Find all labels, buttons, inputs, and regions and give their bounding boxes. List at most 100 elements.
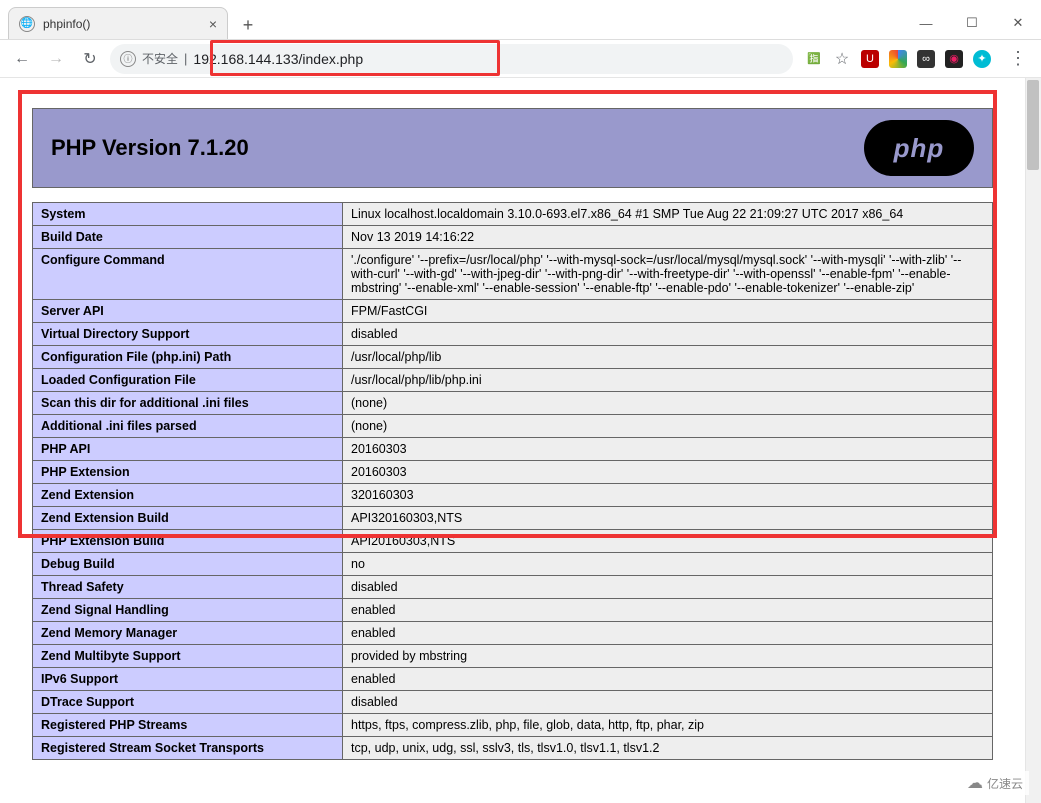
table-row: Virtual Directory Supportdisabled [33,323,993,346]
cloud-icon: ☁ [967,773,983,793]
window-controls: — ☐ ✕ [903,7,1041,39]
table-row: Zend Signal Handlingenabled [33,599,993,622]
table-row: Configuration File (php.ini) Path/usr/lo… [33,346,993,369]
config-value: 320160303 [343,484,993,507]
config-key: Debug Build [33,553,343,576]
reload-button[interactable]: ↻ [76,45,104,73]
table-row: Registered Stream Socket Transportstcp, … [33,737,993,760]
config-value: /usr/local/php/lib [343,346,993,369]
config-key: Zend Signal Handling [33,599,343,622]
config-key: DTrace Support [33,691,343,714]
config-value: API320160303,NTS [343,507,993,530]
config-value: provided by mbstring [343,645,993,668]
config-key: Registered Stream Socket Transports [33,737,343,760]
globe-icon: 🌐 [19,16,35,32]
config-value: enabled [343,668,993,691]
config-key: PHP Extension Build [33,530,343,553]
tab-title: phpinfo() [43,17,201,31]
translate-icon[interactable]: 🈯 [805,50,823,68]
table-row: PHP Extension20160303 [33,461,993,484]
camera-ext-icon[interactable]: ◉ [945,50,963,68]
table-row: Registered PHP Streamshttps, ftps, compr… [33,714,993,737]
table-row: Zend Extension320160303 [33,484,993,507]
config-key: Scan this dir for additional .ini files [33,392,343,415]
table-row: PHP Extension BuildAPI20160303,NTS [33,530,993,553]
browser-tab[interactable]: 🌐 phpinfo() × [8,7,228,39]
site-info-icon[interactable]: ⓘ [120,51,136,67]
config-value: /usr/local/php/lib/php.ini [343,369,993,392]
table-row: SystemLinux localhost.localdomain 3.10.0… [33,203,993,226]
watermark: ☁ 亿速云 [961,771,1029,795]
browser-menu-button[interactable]: ⋮ [1003,48,1033,69]
browser-titlebar: 🌐 phpinfo() × + — ☐ ✕ [0,0,1041,40]
bookmark-star-icon[interactable]: ☆ [833,50,851,68]
config-value: enabled [343,599,993,622]
watermark-text: 亿速云 [987,775,1023,792]
config-key: PHP API [33,438,343,461]
config-value: 20160303 [343,461,993,484]
page-title: PHP Version 7.1.20 [51,135,864,161]
config-key: Configuration File (php.ini) Path [33,346,343,369]
config-value: disabled [343,691,993,714]
window-maximize-button[interactable]: ☐ [949,7,995,39]
config-key: Build Date [33,226,343,249]
config-value: disabled [343,576,993,599]
insecure-label: 不安全 [142,50,178,67]
config-value: (none) [343,415,993,438]
browser-toolbar: ← → ↻ ⓘ 不安全 | 192.168.144.133/index.php … [0,40,1041,78]
table-row: Zend Multibyte Supportprovided by mbstri… [33,645,993,668]
config-key: Server API [33,300,343,323]
config-value: Nov 13 2019 14:16:22 [343,226,993,249]
config-value: FPM/FastCGI [343,300,993,323]
ublock-icon[interactable]: U [861,50,879,68]
config-key: Loaded Configuration File [33,369,343,392]
page-viewport: PHP Version 7.1.20 php SystemLinux local… [0,78,1041,803]
table-row: Debug Buildno [33,553,993,576]
config-value: (none) [343,392,993,415]
window-minimize-button[interactable]: — [903,7,949,39]
table-row: Build DateNov 13 2019 14:16:22 [33,226,993,249]
config-value: tcp, udp, unix, udg, ssl, sslv3, tls, tl… [343,737,993,760]
google-ext-icon[interactable] [889,50,907,68]
custom-ext-icon[interactable]: ✦ [973,50,991,68]
config-key: System [33,203,343,226]
config-key: PHP Extension [33,461,343,484]
forward-button[interactable]: → [42,45,70,73]
vpn-ext-icon[interactable]: ∞ [917,50,935,68]
config-key: IPv6 Support [33,668,343,691]
config-value: enabled [343,622,993,645]
table-row: IPv6 Supportenabled [33,668,993,691]
address-bar[interactable]: ⓘ 不安全 | 192.168.144.133/index.php [110,44,793,74]
url-text: 192.168.144.133/index.php [193,51,363,67]
table-row: Loaded Configuration File/usr/local/php/… [33,369,993,392]
config-value: https, ftps, compress.zlib, php, file, g… [343,714,993,737]
table-row: DTrace Supportdisabled [33,691,993,714]
table-row: Thread Safetydisabled [33,576,993,599]
config-value: Linux localhost.localdomain 3.10.0-693.e… [343,203,993,226]
phpinfo-table: SystemLinux localhost.localdomain 3.10.0… [32,202,993,760]
config-key: Additional .ini files parsed [33,415,343,438]
page-content: PHP Version 7.1.20 php SystemLinux local… [0,78,1025,800]
scrollbar[interactable] [1025,78,1041,803]
config-key: Zend Memory Manager [33,622,343,645]
config-key: Zend Extension Build [33,507,343,530]
window-close-button[interactable]: ✕ [995,7,1041,39]
extension-icons: 🈯 ☆ U ∞ ◉ ✦ [799,50,997,68]
tab-close-icon[interactable]: × [209,16,217,32]
config-key: Registered PHP Streams [33,714,343,737]
table-row: Configure Command'./configure' '--prefix… [33,249,993,300]
table-row: Additional .ini files parsed(none) [33,415,993,438]
config-value: disabled [343,323,993,346]
new-tab-button[interactable]: + [234,11,262,39]
scrollbar-thumb[interactable] [1027,80,1039,170]
table-row: Zend Extension BuildAPI320160303,NTS [33,507,993,530]
config-value: API20160303,NTS [343,530,993,553]
config-value: './configure' '--prefix=/usr/local/php' … [343,249,993,300]
config-value: no [343,553,993,576]
back-button[interactable]: ← [8,45,36,73]
config-key: Configure Command [33,249,343,300]
config-key: Virtual Directory Support [33,323,343,346]
config-value: 20160303 [343,438,993,461]
config-key: Zend Extension [33,484,343,507]
table-row: Zend Memory Managerenabled [33,622,993,645]
